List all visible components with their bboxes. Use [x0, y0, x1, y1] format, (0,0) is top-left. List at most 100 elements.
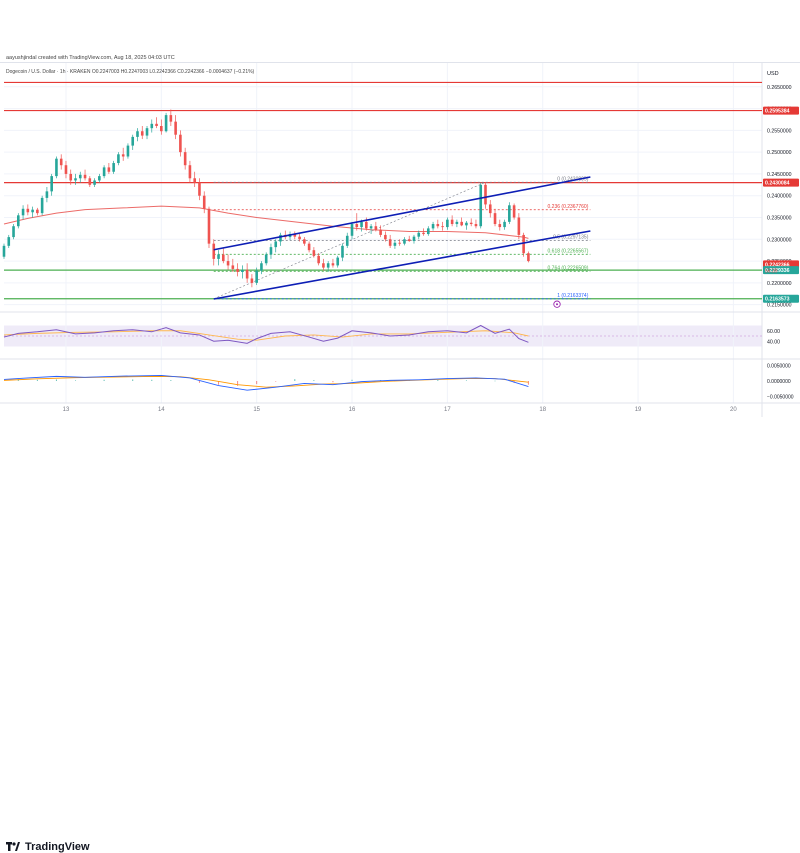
y-tick-label: 0.2500000 [767, 150, 792, 156]
candle-body [384, 234, 387, 240]
y-tick-label: 0.2400000 [767, 194, 792, 200]
macd-histogram-bar [351, 379, 353, 381]
fib-level-label: 0 (0.2430895) [557, 176, 588, 182]
candle-body [245, 269, 249, 279]
symbol-legend: Dogecoin / U.S. Dollar · 1h · KRAKEN O0.… [6, 69, 255, 75]
y-tick-label: 0.2650000 [767, 85, 792, 91]
candle-body [150, 123, 154, 129]
candle-body [469, 222, 473, 225]
candle-body [436, 224, 440, 227]
candle-body [527, 253, 530, 262]
chart-frame[interactable]: 13141516171819200.26500000.26000000.2550… [0, 62, 800, 418]
macd-histogram-bar [294, 379, 296, 381]
candle-body [450, 219, 454, 225]
candle-body [193, 178, 196, 183]
candle-body [140, 131, 144, 136]
candle-body [350, 224, 354, 236]
macd-histogram-bar [256, 381, 258, 385]
y-tick-label: 0.2150000 [767, 303, 792, 309]
candle-body [164, 115, 168, 132]
macd-histogram-bar [494, 380, 496, 382]
candle-body [365, 221, 368, 229]
candle-body [260, 263, 263, 271]
candle-body [117, 154, 120, 164]
footer: TradingView [0, 417, 800, 853]
macd-histogram-bar [55, 379, 57, 381]
candle-body [274, 241, 278, 248]
macd-tick-label: −0.0050000 [767, 394, 794, 400]
candle-body [145, 128, 149, 136]
candle-body [317, 255, 320, 264]
candle-body [102, 167, 106, 177]
candle-body [412, 236, 416, 242]
candle-body [155, 123, 158, 126]
candle-body [493, 213, 497, 225]
x-tick-label: 13 [63, 407, 70, 413]
y-tick-label: 0.2350000 [767, 216, 792, 222]
candle-body [488, 204, 492, 214]
header: aayushjindal created with TradingView.co… [0, 0, 800, 62]
candle-body [74, 178, 77, 181]
candle-body [160, 126, 163, 132]
candle-body [503, 221, 506, 228]
y-tick-label: 0.2450000 [767, 172, 792, 178]
currency-label: USD [767, 71, 779, 77]
macd-histogram-bar [275, 381, 277, 382]
macd-tick-label: 0.0000000 [767, 379, 791, 385]
x-tick-label: 17 [444, 407, 451, 413]
candle-body [207, 208, 211, 244]
candle-body [498, 224, 502, 228]
candle-body [121, 154, 125, 157]
candle-body [241, 269, 244, 272]
candle-body [126, 145, 130, 157]
tradingview-logo[interactable]: TradingView [6, 841, 90, 853]
candle-body [512, 205, 516, 218]
price-chart[interactable]: 13141516171819200.26500000.26000000.2550… [0, 63, 800, 417]
candle-body [484, 184, 487, 205]
fib-level-label: 1 (0.2163374) [557, 293, 588, 299]
price-tag-label: 0.2430084 [765, 181, 790, 187]
candle-body [369, 226, 373, 229]
fib-level-label: 0.618 (0.2265567) [548, 248, 589, 254]
macd-histogram-bar [198, 381, 200, 383]
candle-body [379, 229, 382, 235]
candle-body [250, 278, 254, 283]
candle-body [198, 182, 201, 196]
candle-body [17, 215, 20, 227]
macd-histogram-bar [465, 380, 467, 381]
candle-body [107, 167, 111, 172]
candle-body [336, 257, 340, 266]
candle-body [221, 254, 225, 262]
candle-body [45, 191, 49, 198]
candle-body [303, 239, 306, 244]
candle-body [174, 121, 177, 135]
macd-histogram-bar [151, 379, 153, 381]
candle-body [341, 245, 344, 258]
candle-body [26, 208, 30, 213]
candle-body [407, 239, 411, 242]
candle-body [69, 173, 73, 181]
y-tick-label: 0.2550000 [767, 128, 792, 134]
candle-body [431, 224, 435, 229]
bar-countdown: 56:39 [765, 268, 778, 274]
y-tick-label: 0.2200000 [767, 281, 792, 287]
candle-body [269, 247, 273, 255]
macd-histogram-bar [132, 379, 134, 381]
candle-body [64, 165, 68, 174]
candle-body [331, 263, 335, 266]
candle-body [188, 165, 192, 179]
candle-body [98, 176, 101, 181]
x-tick-label: 19 [635, 407, 642, 413]
candle-body [517, 217, 521, 235]
candle-body [388, 239, 392, 246]
candle-body [446, 219, 449, 228]
macd-histogram-bar [437, 380, 439, 381]
candle-body [508, 205, 511, 222]
candle-body [212, 243, 216, 259]
alert-icon-dot [556, 303, 559, 306]
candle-body [264, 254, 268, 264]
candle-body [360, 221, 363, 228]
macd-histogram-bar [36, 379, 38, 381]
candle-body [322, 263, 325, 268]
candle-body [298, 236, 301, 240]
